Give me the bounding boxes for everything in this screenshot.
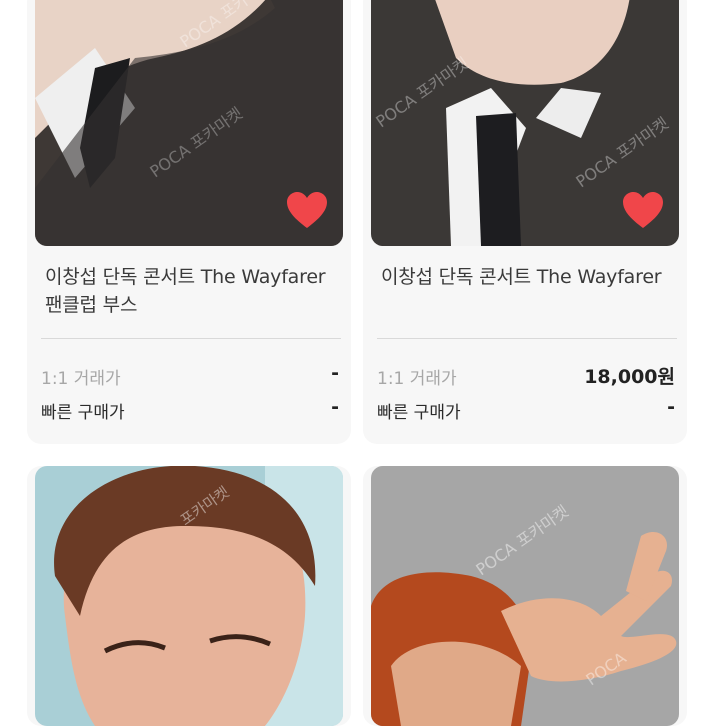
product-card[interactable]: 포카마켓	[27, 466, 351, 726]
product-card[interactable]: POCA 포카마켓 POCA 포카마켓 이창섭 단독 콘서트 The Wayfa…	[27, 0, 351, 444]
quick-buy-label: 빠른 구매가	[41, 403, 125, 423]
product-card[interactable]: POCA 포카마켓 POCA 포카마켓 이창섭 단독 콘서트 The Wayfa…	[363, 0, 687, 444]
quick-buy-value: -	[667, 396, 675, 418]
like-button[interactable]	[621, 190, 665, 230]
trade-price-value: 18,000원	[584, 366, 675, 388]
product-photo[interactable]: POCA 포카마켓 POCA	[371, 466, 679, 726]
product-card[interactable]: POCA 포카마켓 POCA	[363, 466, 687, 726]
product-photo[interactable]: 포카마켓	[35, 466, 343, 726]
product-title[interactable]: 이창섭 단독 콘서트 The Wayfarer 팬클럽 부스	[45, 263, 335, 319]
like-button[interactable]	[285, 190, 329, 230]
quick-buy-label: 빠른 구매가	[377, 403, 461, 423]
quick-buy-value: -	[331, 396, 339, 418]
divider	[377, 338, 677, 339]
heart-icon	[287, 192, 327, 228]
trade-price-label: 1:1 거래가	[41, 369, 121, 389]
product-title[interactable]: 이창섭 단독 콘서트 The Wayfarer	[381, 263, 671, 291]
product-photo[interactable]: POCA 포카마켓 POCA 포카마켓	[371, 0, 679, 246]
heart-icon	[623, 192, 663, 228]
divider	[41, 338, 341, 339]
trade-price-value: -	[331, 362, 339, 384]
trade-price-label: 1:1 거래가	[377, 369, 457, 389]
product-photo[interactable]: POCA 포카마켓 POCA 포카마켓	[35, 0, 343, 246]
